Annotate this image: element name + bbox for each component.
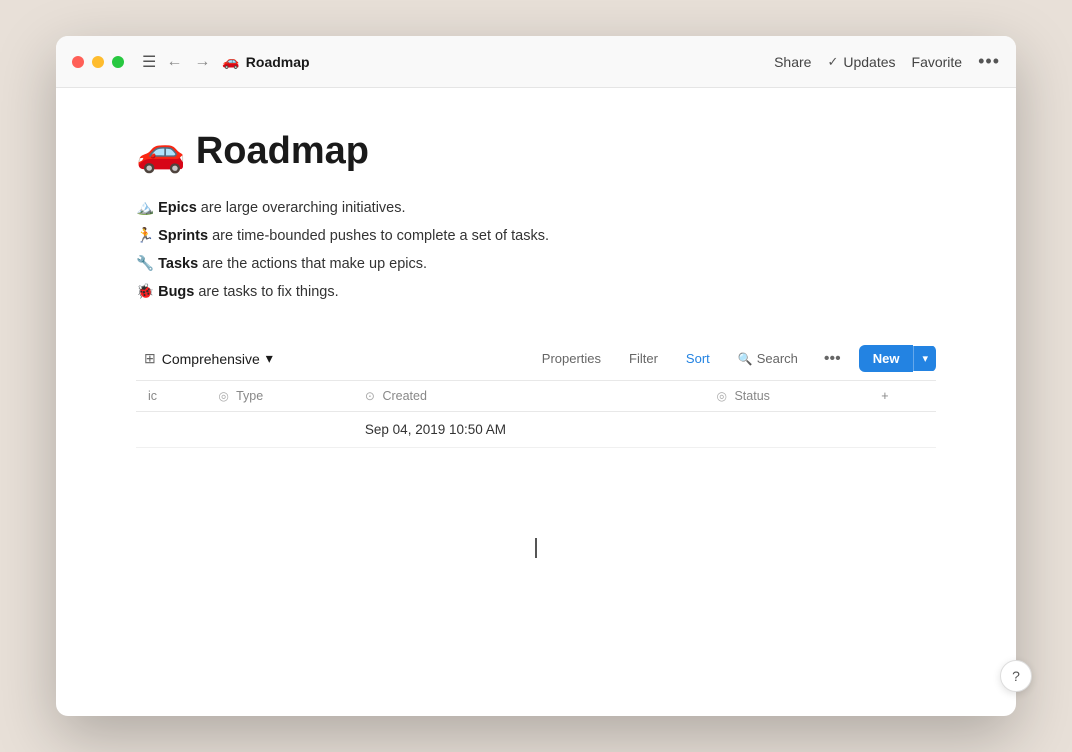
page-header: 🚗 Roadmap 🏔️ Epics are large overarching… <box>136 128 936 305</box>
cell-created[interactable]: Sep 04, 2019 10:50 AM <box>353 412 705 448</box>
traffic-lights <box>72 56 124 68</box>
titlebar-actions: Share ✓ Updates Favorite ••• <box>774 51 1000 72</box>
toolbar-more-button[interactable]: ••• <box>818 346 847 372</box>
col-created: ⊙ Created <box>353 381 705 412</box>
nav-buttons: ← → <box>162 51 214 73</box>
help-label: ? <box>1012 668 1020 684</box>
col-type: ◎ Type <box>206 381 353 412</box>
col-topic: ic <box>136 381 206 412</box>
new-label: New <box>873 351 900 366</box>
help-button[interactable]: ? <box>1000 660 1032 692</box>
properties-label: Properties <box>542 351 601 366</box>
database-toolbar: ⊞ Comprehensive ▾ Properties Filter Sort… <box>136 337 936 381</box>
new-button[interactable]: New <box>859 345 914 372</box>
updates-button[interactable]: ✓ Updates <box>827 54 895 70</box>
col-created-label: Created <box>382 389 426 403</box>
created-value: Sep 04, 2019 10:50 AM <box>365 422 506 437</box>
col-topic-label: ic <box>148 389 157 403</box>
new-dropdown-icon: ▾ <box>922 353 928 365</box>
table-row: Sep 04, 2019 10:50 AM <box>136 412 936 448</box>
desc-tasks: 🔧 Tasks are the actions that make up epi… <box>136 251 936 277</box>
main-content: 🚗 Roadmap 🏔️ Epics are large overarching… <box>56 88 1016 716</box>
page-title-text: Roadmap <box>196 130 369 173</box>
new-dropdown-button[interactable]: ▾ <box>913 346 936 371</box>
view-icon: ⊞ <box>144 350 156 367</box>
desc-epics: 🏔️ Epics are large overarching initiativ… <box>136 195 936 221</box>
close-button[interactable] <box>72 56 84 68</box>
desc-sprints: 🏃 Sprints are time-bounded pushes to com… <box>136 223 936 249</box>
forward-button[interactable]: → <box>190 51 214 73</box>
more-icon: ••• <box>978 51 1000 71</box>
forward-icon: → <box>194 53 210 71</box>
col-created-icon: ⊙ <box>365 389 375 403</box>
search-label: Search <box>757 351 798 366</box>
add-column-button[interactable]: + <box>869 381 936 412</box>
filter-label: Filter <box>629 351 658 366</box>
cell-type[interactable] <box>206 412 353 448</box>
titlebar: ☰ ← → 🚗 Roadmap Share ✓ Updates Favorite <box>56 36 1016 88</box>
col-type-icon: ◎ <box>218 389 228 403</box>
database-table: ic ◎ Type ⊙ Created ◎ Status + <box>136 381 936 448</box>
col-status-icon: ◎ <box>716 389 726 403</box>
favorite-button[interactable]: Favorite <box>912 54 963 70</box>
table-header-row: ic ◎ Type ⊙ Created ◎ Status + <box>136 381 936 412</box>
sort-button[interactable]: Sort <box>678 347 718 370</box>
favorite-label: Favorite <box>912 54 963 70</box>
updates-check: ✓ <box>827 54 838 70</box>
content-area[interactable] <box>136 448 936 648</box>
view-selector[interactable]: ⊞ Comprehensive ▾ <box>136 346 281 371</box>
back-icon: ← <box>166 53 182 71</box>
col-status-label: Status <box>734 389 769 403</box>
col-status: ◎ Status <box>704 381 869 412</box>
desc-bugs: 🐞 Bugs are tasks to fix things. <box>136 279 936 305</box>
hamburger-icon: ☰ <box>142 52 156 72</box>
titlebar-title: 🚗 Roadmap <box>222 53 309 70</box>
col-type-label: Type <box>236 389 263 403</box>
sort-label: Sort <box>686 351 710 366</box>
hamburger-button[interactable]: ☰ <box>136 50 162 74</box>
minimize-button[interactable] <box>92 56 104 68</box>
titlebar-text: Roadmap <box>246 54 310 70</box>
new-button-group: New ▾ <box>859 345 936 372</box>
page-title: 🚗 Roadmap <box>136 128 936 175</box>
cell-topic[interactable] <box>136 412 206 448</box>
toolbar-more-icon: ••• <box>824 350 841 367</box>
page-title-emoji: 🚗 <box>136 128 186 175</box>
share-button[interactable]: Share <box>774 54 811 70</box>
maximize-button[interactable] <box>112 56 124 68</box>
back-button[interactable]: ← <box>162 51 186 73</box>
cell-status[interactable] <box>704 412 869 448</box>
properties-button[interactable]: Properties <box>534 347 609 370</box>
search-button[interactable]: 🔍 Search <box>730 347 806 370</box>
more-button[interactable]: ••• <box>978 51 1000 72</box>
share-label: Share <box>774 54 811 70</box>
search-icon: 🔍 <box>738 352 753 366</box>
view-dropdown-icon: ▾ <box>266 350 273 367</box>
view-label: Comprehensive <box>162 351 260 367</box>
updates-label: Updates <box>843 54 895 70</box>
titlebar-emoji: 🚗 <box>222 53 239 70</box>
cell-extra <box>869 412 936 448</box>
filter-button[interactable]: Filter <box>621 347 666 370</box>
page-description: 🏔️ Epics are large overarching initiativ… <box>136 195 936 305</box>
text-cursor <box>535 538 537 558</box>
